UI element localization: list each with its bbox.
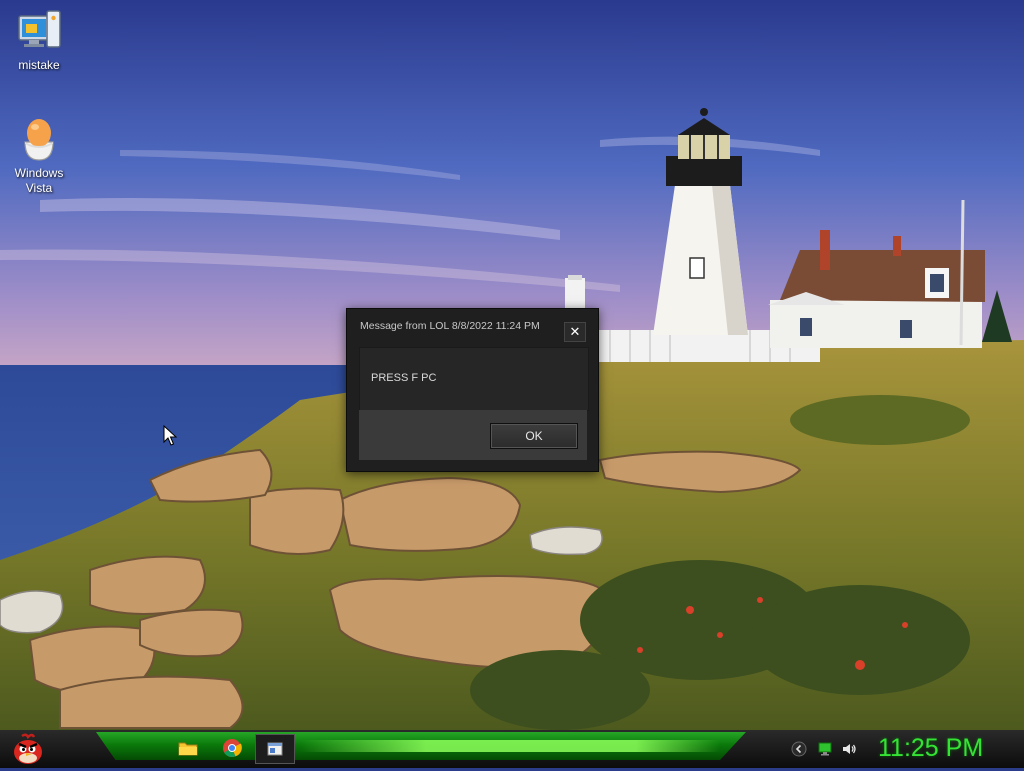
dialog-footer: OK — [359, 410, 587, 460]
angry-bird-icon — [14, 733, 42, 764]
ok-button[interactable]: OK — [490, 423, 578, 449]
network-icon — [818, 742, 832, 756]
dialog-title: Message from LOL 8/8/2022 11:24 PM — [360, 320, 540, 332]
taskbar-folder-button[interactable] — [177, 737, 199, 759]
tray-network-button[interactable] — [817, 741, 833, 757]
taskbar-chrome-button[interactable] — [221, 737, 243, 759]
taskbar: 11:25 PM — [0, 730, 1024, 768]
tray-volume-button[interactable] — [841, 741, 857, 757]
taskbar-clock[interactable]: 11:25 PM — [878, 733, 1018, 763]
desktop-icon-mistake[interactable]: mistake — [1, 8, 77, 73]
taskbar-active-window-button[interactable] — [255, 734, 295, 764]
taskbar-band-highlight — [300, 740, 720, 752]
close-button[interactable]: ✕ — [564, 322, 586, 342]
chevron-icon — [791, 741, 807, 757]
egg-icon — [15, 116, 63, 164]
mouse-cursor-icon — [163, 424, 178, 447]
tray-overflow-button[interactable] — [791, 741, 807, 757]
dialog-titlebar[interactable]: Message from LOL 8/8/2022 11:24 PM — [347, 309, 598, 337]
dialog-message: PRESS F PC — [371, 372, 437, 384]
computer-icon — [15, 8, 63, 56]
folder-icon — [178, 742, 198, 756]
desktop-icon-label: Windows Vista — [14, 166, 64, 195]
start-button[interactable] — [8, 732, 48, 766]
speaker-icon — [843, 744, 856, 754]
close-icon: ✕ — [569, 324, 581, 339]
dialog-body: PRESS F PC — [359, 347, 589, 411]
desktop-icon-windows-vista[interactable]: Windows Vista — [1, 116, 77, 196]
message-dialog: Message from LOL 8/8/2022 11:24 PM ✕ PRE… — [346, 308, 599, 472]
desktop-icon-label: mistake — [18, 58, 60, 72]
window-icon — [267, 742, 283, 756]
chrome-icon — [223, 739, 242, 758]
